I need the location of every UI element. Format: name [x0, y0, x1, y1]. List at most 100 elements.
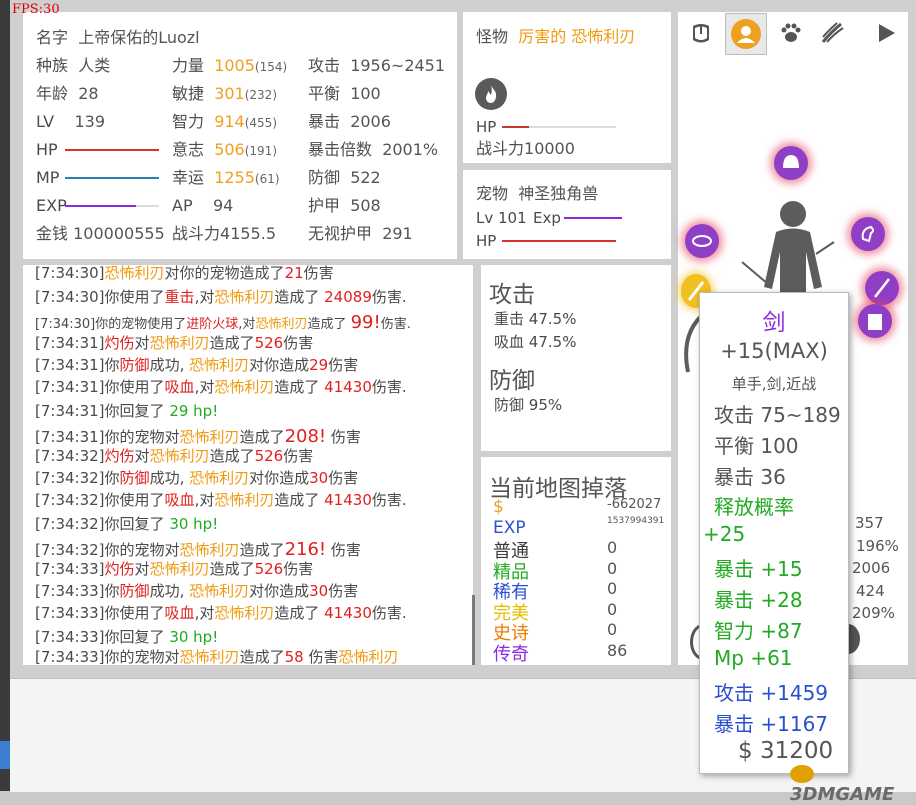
taskbar-tab: [0, 741, 10, 769]
block-row: 防御 95%: [494, 396, 563, 414]
tooltip-proc-value: +25: [703, 522, 746, 546]
log-timestamp: [7:34:32]: [35, 491, 105, 509]
combat-log[interactable]: [7:34:30]恐怖利刃对你的宠物造成了21伤害 [7:34:30]你使用了重击…: [23, 265, 473, 665]
monster-hp-bar: [502, 126, 530, 128]
drops-exp-value: 1537994391: [607, 516, 665, 526]
drops-exp-label: EXP: [493, 518, 526, 538]
log-line: [7:34:32]灼伤对恐怖利刃造成了526伤害: [35, 447, 314, 465]
heavy-strike-row: 重击 47.5%: [494, 310, 577, 328]
log-line: [7:34:31]你防御成功, 恐怖利刃对你造成29伤害: [35, 356, 359, 374]
log-line: [7:34:32]你使用了吸血,对恐怖利刃造成了 41430伤害.: [35, 491, 407, 509]
log-line: [7:34:33]你防御成功, 恐怖利刃对你造成30伤害: [35, 582, 359, 600]
chest-icon[interactable]: [688, 20, 714, 46]
hp-label: HP: [36, 140, 58, 159]
log-line: [7:34:33]灼伤对恐怖利刃造成了526伤害: [35, 560, 314, 578]
agility-row: 敏捷 301(232): [172, 84, 278, 103]
tooltip-bonus-line: 智力 +87: [714, 619, 803, 643]
player-name: 上帝保佑的Luozl: [78, 28, 200, 47]
log-scrollbar[interactable]: [472, 595, 475, 665]
paw-icon[interactable]: [778, 20, 804, 46]
play-icon[interactable]: [874, 21, 898, 45]
tooltip-bonus-line: 暴击 +15: [714, 557, 803, 581]
pet-hp-label: HP: [476, 232, 497, 250]
drop-rarity-label: 传奇: [493, 643, 529, 665]
log-timestamp: [7:34:33]: [35, 582, 105, 600]
drop-rarity-count: 0: [607, 579, 618, 598]
log-timestamp: [7:34:33]: [35, 560, 105, 578]
log-timestamp: [7:34:31]: [35, 428, 105, 446]
attack-row: 攻击 1956~2451: [308, 56, 446, 75]
armor-row: 护甲 508: [308, 196, 381, 215]
exp-label: EXP: [36, 196, 67, 215]
race-row: 种族 人类: [36, 56, 111, 75]
will-row: 意志 506(191): [172, 140, 278, 159]
player-name-row: 名字 上帝保佑的Luozl: [36, 28, 200, 47]
log-line: [7:34:30]你的宠物使用了进阶火球,对恐怖利刃造成了 99!伤害.: [35, 312, 411, 333]
luck-row: 幸运 1255(61): [172, 168, 280, 187]
log-line: [7:34:31]你使用了吸血,对恐怖利刃造成了 41430伤害.: [35, 378, 407, 396]
log-timestamp: [7:34:30]: [35, 265, 105, 282]
amulet-slot[interactable]: [685, 224, 719, 258]
log-timestamp: [7:34:33]: [35, 628, 105, 646]
claw-icon[interactable]: [819, 20, 845, 46]
log-line: [7:34:31]你的宠物对恐怖利刃造成了208! 伤害: [35, 426, 361, 447]
armor-slot[interactable]: [858, 304, 892, 338]
log-timestamp: [7:34:30]: [35, 288, 105, 306]
log-timestamp: [7:34:32]: [35, 469, 105, 487]
tooltip-item-type: 单手,剑,近战: [731, 375, 817, 393]
tooltip-bonus-line: 攻击 +1459: [714, 681, 829, 705]
summary-stat-value: 357: [855, 514, 884, 532]
pet-panel: 宠物 神圣独角兽 Lv 101 Exp HP: [463, 170, 671, 259]
weapon-slot-right[interactable]: [865, 271, 899, 305]
glove-slot[interactable]: [851, 217, 885, 251]
log-line: [7:34:32]你防御成功, 恐怖利刃对你造成30伤害: [35, 469, 359, 487]
helmet-slot[interactable]: [774, 146, 808, 180]
log-timestamp: [7:34:32]: [35, 515, 105, 533]
log-timestamp: [7:34:33]: [35, 648, 105, 665]
log-timestamp: [7:34:30]: [35, 317, 96, 332]
log-timestamp: [7:34:31]: [35, 334, 105, 352]
power-row: 战斗力4155.5: [172, 224, 276, 243]
ap-row: AP 94: [172, 196, 234, 215]
balance-row: 平衡 100: [308, 84, 381, 103]
log-timestamp: [7:34:33]: [35, 604, 105, 622]
log-timestamp: [7:34:32]: [35, 447, 105, 465]
crit-multiplier-row: 暴击倍数 2001%: [308, 140, 439, 159]
item-tooltip: 剑 +15(MAX) 单手,剑,近战 攻击 75~189 平衡 100 暴击 3…: [699, 292, 849, 774]
intelligence-row: 智力 914(455): [172, 112, 278, 131]
defense-row: 防御 522: [308, 168, 381, 187]
attack-title: 攻击: [489, 282, 535, 308]
log-line: [7:34:32]你回复了 30 hp!: [35, 515, 219, 533]
lifesteal-row: 吸血 47.5%: [494, 333, 577, 351]
summary-stat-value: 209%: [852, 604, 895, 622]
character-tab[interactable]: [725, 13, 767, 55]
map-drops-panel: 当前地图掉落 $ -662027 EXP 1537994391 普通 0 精品 0 稀有…: [481, 457, 671, 665]
player-stats-panel: 名字 上帝保佑的Luozl 种族 人类 年龄 28 LV 139 HP MP E…: [23, 12, 457, 259]
battle-stats-panel: 攻击 重击 47.5% 吸血 47.5% 防御 防御 95%: [481, 265, 671, 451]
summary-stat-value: 196%: [856, 537, 899, 555]
pet-name: 神圣独角兽: [518, 184, 599, 203]
log-timestamp: [7:34:32]: [35, 541, 105, 559]
log-timestamp: [7:34:31]: [35, 356, 105, 374]
crit-row: 暴击 2006: [308, 112, 391, 131]
drop-rarity-count: 0: [607, 599, 618, 619]
summary-stat-value: 424: [856, 582, 885, 600]
tooltip-item-name: 剑: [762, 310, 786, 336]
log-line: [7:34:31]你回复了 29 hp!: [35, 402, 219, 420]
tooltip-enhance-level: +15(MAX): [720, 339, 828, 363]
tooltip-bonus-line: 暴击 +1167: [714, 712, 829, 736]
window-edge: [0, 0, 10, 791]
log-line: [7:34:33]你的宠物对恐怖利刃造成了58 伤害恐怖利刃: [35, 648, 399, 665]
watermark-icon: [790, 765, 814, 783]
drops-gold-symbol: $: [493, 497, 504, 517]
mp-label: MP: [36, 168, 60, 187]
monster-power-row: 战斗力10000: [476, 139, 575, 158]
monster-title: 怪物 厉害的 恐怖利刃: [476, 27, 636, 46]
log-line: [7:34:30]恐怖利刃对你的宠物造成了21伤害: [35, 265, 334, 282]
drop-rarity-count: 0: [607, 538, 618, 557]
drop-rarity-count: 0: [607, 558, 618, 578]
pet-exp-bar: [564, 217, 622, 219]
log-line: [7:34:33]你使用了吸血,对恐怖利刃造成了 41430伤害.: [35, 604, 407, 622]
level-row: LV 139: [36, 112, 105, 131]
log-timestamp: [7:34:31]: [35, 402, 105, 420]
